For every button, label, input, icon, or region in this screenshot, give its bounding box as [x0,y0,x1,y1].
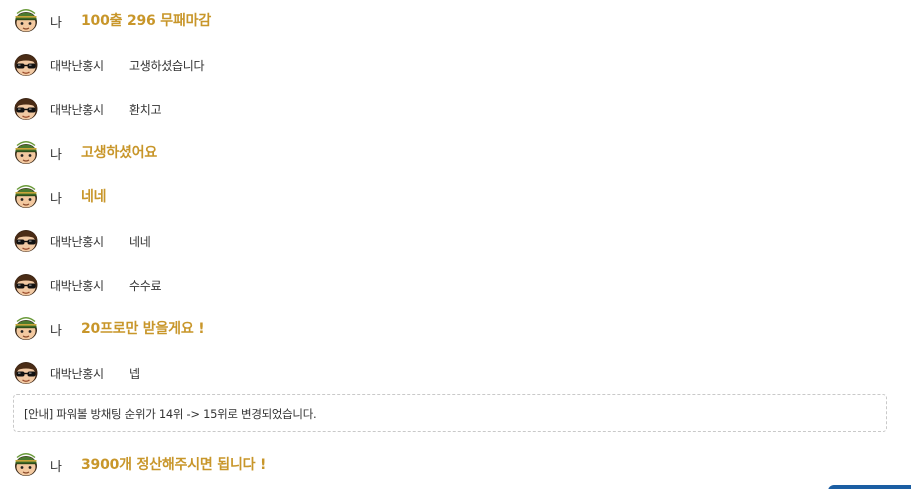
user-avatar-sunglasses-icon[interactable] [13,51,39,77]
chat-message-mine: 나 네네 [0,183,900,213]
sender-name: 나 [50,324,62,339]
chat-message-other: 대박난홍시 네네 [0,227,900,257]
message-text: 넵 [129,367,140,381]
sender-name: 나 [50,460,62,475]
user-avatar-sunglasses-icon[interactable] [13,227,39,253]
user-avatar-green-hat-icon[interactable] [13,7,39,33]
message-text: 20프로만 받을게요 ! [81,321,205,337]
chat-message-mine: 나 3900개 정산해주시면 됩니다 ! [0,451,900,481]
chat-message-other: 대박난홍시 넵 [0,359,900,389]
user-avatar-sunglasses-icon[interactable] [13,359,39,385]
user-avatar-sunglasses-icon[interactable] [13,95,39,121]
sender-name[interactable]: 대박난홍시 [50,277,104,294]
sender-name[interactable]: 대박난홍시 [50,101,104,118]
sender-name[interactable]: 대박난홍시 [50,57,104,74]
sender-name[interactable]: 대박난홍시 [50,365,104,382]
message-text: 100출 296 무패마감 [81,13,211,29]
user-avatar-green-hat-icon[interactable] [13,451,39,477]
message-text: 네네 [81,189,107,205]
message-text: 고생하셨습니다 [129,59,205,73]
chat-message-mine: 나 100출 296 무패마감 [0,7,900,37]
chat-message-mine: 나 20프로만 받을게요 ! [0,315,900,345]
sender-name[interactable]: 대박난홍시 [50,233,104,250]
chat-message-other: 대박난홍시 수수료 [0,271,900,301]
sender-name: 나 [50,148,62,163]
chat-message-mine: 나 고생하셨어요 [0,139,900,169]
user-avatar-green-hat-icon[interactable] [13,183,39,209]
user-avatar-green-hat-icon[interactable] [13,139,39,165]
bottom-corner-tab[interactable] [828,485,911,489]
user-avatar-green-hat-icon[interactable] [13,315,39,341]
chat-log: 나 100출 296 무패마감 대박난홍시 고생하셨습니다 대박난홍시 환치고 … [0,0,911,489]
message-text: 고생하셨어요 [81,145,158,161]
message-text: 3900개 정산해주시면 됩니다 ! [81,457,267,473]
chat-message-other: 대박난홍시 환치고 [0,95,900,125]
message-text: 환치고 [129,103,162,117]
message-text: 수수료 [129,279,162,293]
user-avatar-sunglasses-icon[interactable] [13,271,39,297]
system-notice: [안내] 파워볼 방채팅 순위가 14위 -> 15위로 변경되었습니다. [13,394,887,432]
sender-name: 나 [50,16,62,31]
chat-message-other: 대박난홍시 고생하셨습니다 [0,51,900,81]
notice-text: [안내] 파워볼 방채팅 순위가 14위 -> 15위로 변경되었습니다. [24,407,317,421]
message-text: 네네 [129,235,151,249]
sender-name: 나 [50,192,62,207]
